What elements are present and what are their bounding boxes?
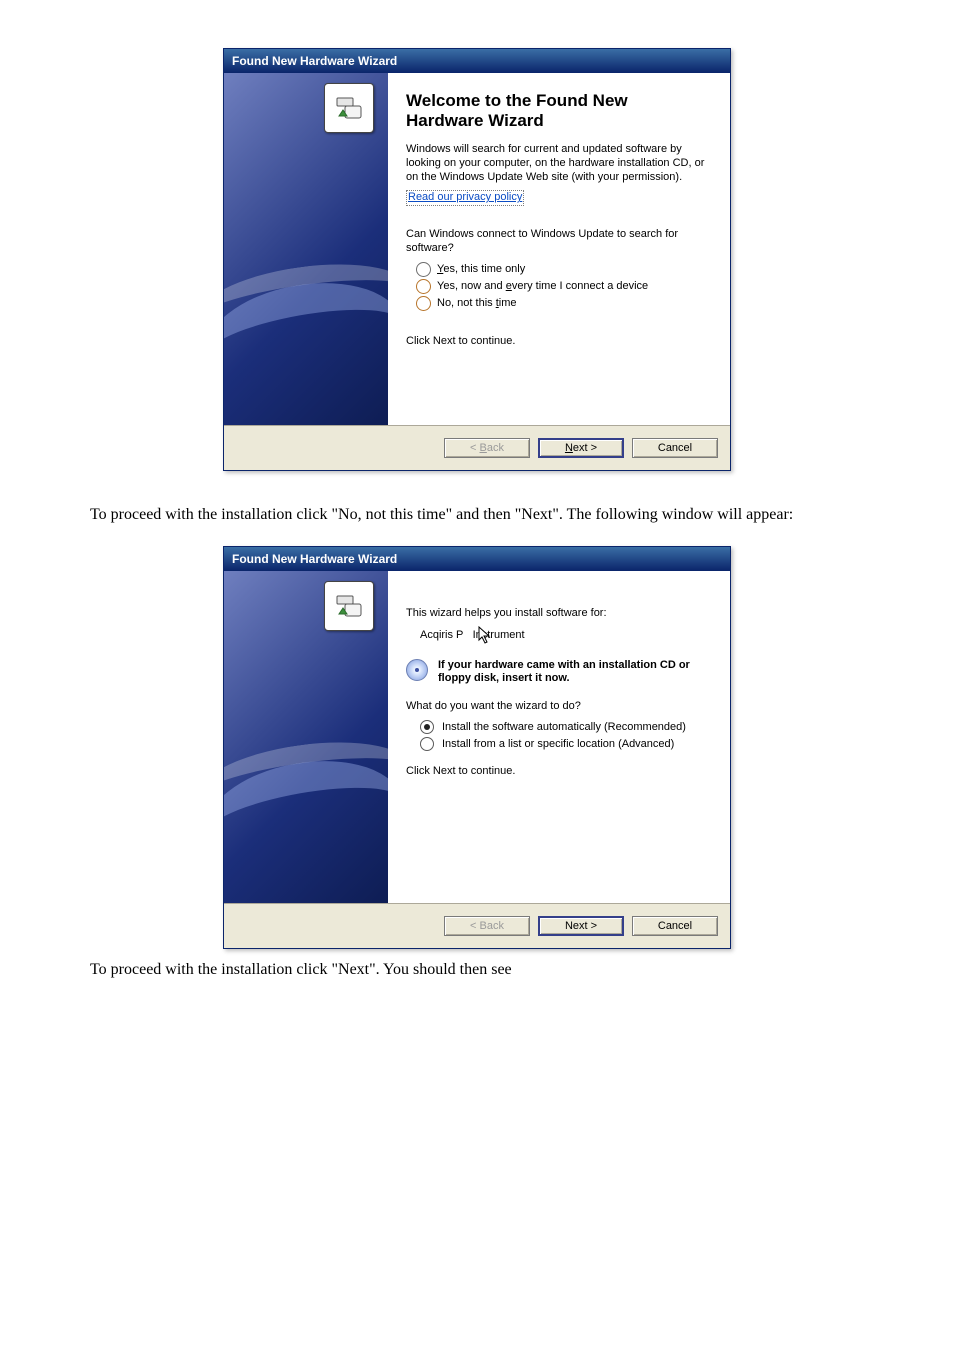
cd-text: If your hardware came with an installati… xyxy=(438,659,712,687)
option-yes-this-time[interactable]: Yes, this time only xyxy=(416,262,712,277)
hardware-icon xyxy=(324,83,374,133)
instruction-text-2: To proceed with the installation click "… xyxy=(90,961,864,979)
connect-question: Can Windows connect to Windows Update to… xyxy=(406,228,712,256)
click-next-text: Click Next to continue. xyxy=(406,765,712,779)
dialog-body: Welcome to the Found New Hardware Wizard… xyxy=(224,73,730,426)
helps-install-text: This wizard helps you install software f… xyxy=(406,607,712,621)
insert-cd-notice: If your hardware came with an installati… xyxy=(406,659,712,687)
dialog-footer: < Back Next > Cancel xyxy=(224,904,730,948)
cancel-button[interactable]: Cancel xyxy=(632,916,718,936)
dialog-footer: < Back Next > Cancel xyxy=(224,426,730,470)
option-no-not-this-time[interactable]: No, not this time xyxy=(416,296,712,311)
instruction-text-1: To proceed with the installation click "… xyxy=(90,506,864,524)
next-button[interactable]: Next > xyxy=(538,438,624,458)
option-install-list[interactable]: Install from a list or specific location… xyxy=(420,737,712,751)
device-name: Acqiris P Instrument xyxy=(420,629,712,643)
dialog-content: This wizard helps you install software f… xyxy=(388,571,730,903)
intro-text: Windows will search for current and upda… xyxy=(406,143,712,184)
connect-options: Yes, this time only Yes, now and every t… xyxy=(416,262,712,311)
hardware-icon xyxy=(324,581,374,631)
dialog-content: Welcome to the Found New Hardware Wizard… xyxy=(388,73,730,425)
wizard-sidebar-image xyxy=(224,73,388,425)
wizard-sidebar-image xyxy=(224,571,388,903)
cancel-button[interactable]: Cancel xyxy=(632,438,718,458)
found-new-hardware-dialog-2: Found New Hardware Wizard This wizard he… xyxy=(223,546,731,949)
next-button[interactable]: Next > xyxy=(538,916,624,936)
privacy-policy-link[interactable]: Read our privacy policy xyxy=(406,190,524,206)
click-next-text: Click Next to continue. xyxy=(406,335,712,349)
what-do-text: What do you want the wizard to do? xyxy=(406,700,712,714)
cursor-icon xyxy=(478,626,494,646)
option-yes-every-time[interactable]: Yes, now and every time I connect a devi… xyxy=(416,279,712,294)
back-button: < Back xyxy=(444,916,530,936)
dialog-title: Found New Hardware Wizard xyxy=(224,49,730,73)
wizard-heading: Welcome to the Found New Hardware Wizard xyxy=(406,91,712,131)
install-options: Install the software automatically (Reco… xyxy=(420,720,712,751)
dialog-body: This wizard helps you install software f… xyxy=(224,571,730,904)
back-button: < Back xyxy=(444,438,530,458)
option-install-auto[interactable]: Install the software automatically (Reco… xyxy=(420,720,712,734)
cd-icon xyxy=(406,659,428,681)
dialog-title: Found New Hardware Wizard xyxy=(224,547,730,571)
found-new-hardware-dialog-1: Found New Hardware Wizard Welcome to the… xyxy=(223,48,731,471)
